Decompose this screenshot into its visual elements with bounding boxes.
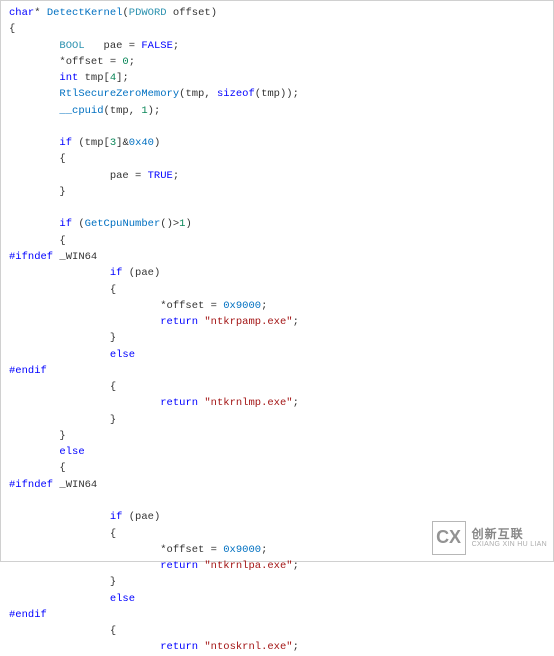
kw-int: int [59,72,78,84]
pp-ifndef: #ifndef [9,251,53,263]
kw-if: if [110,267,123,279]
kw-return: return [160,316,198,328]
line: if (GetCpuNumber()>1) [9,218,192,230]
kw-else: else [59,446,84,458]
type-bool: BOOL [59,40,84,52]
watermark-cn: 创新互联 [472,528,547,541]
line: { [9,23,15,35]
line: #ifndef _WIN64 [9,479,97,491]
kw-if: if [59,218,72,230]
kw-if: if [59,137,72,149]
code-block: char* DetectKernel(PDWORD offset) { BOOL… [9,5,545,656]
watermark: CX 创新互联 CXIANG XIN HU LIAN [432,521,547,555]
line: pae = TRUE; [9,170,179,182]
line: BOOL pae = FALSE; [9,40,179,52]
line: else [9,446,85,458]
line: } [9,576,116,588]
line: } [9,332,116,344]
fn-rtlzero: RtlSecureZeroMemory [59,88,179,100]
line: return "ntkrpamp.exe"; [9,316,299,328]
line: { [9,528,116,540]
line: { [9,381,116,393]
line: int tmp[4]; [9,72,129,84]
str-ntoskrnl: "ntoskrnl.exe" [204,641,292,653]
watermark-en: CXIANG XIN HU LIAN [472,541,547,549]
watermark-logo-icon: CX [432,521,466,555]
hex-9000: 0x9000 [223,300,261,312]
str-ntkrnlmp: "ntkrnlmp.exe" [204,397,292,409]
line: return "ntkrnlmp.exe"; [9,397,299,409]
line: { [9,153,66,165]
kw-if: if [110,511,123,523]
line: if (tmp[3]&0x40) [9,137,160,149]
hex-9000: 0x9000 [223,544,261,556]
line: { [9,462,66,474]
pp-endif: #endif [9,609,47,621]
kw-return: return [160,641,198,653]
hex-40: 0x40 [129,137,154,149]
line: char* DetectKernel(PDWORD offset) [9,7,217,19]
fn-cpuid: __cpuid [59,105,103,117]
line: return "ntoskrnl.exe"; [9,641,299,653]
kw-else: else [110,593,135,605]
line: #ifndef _WIN64 [9,251,97,263]
line: else [9,593,135,605]
line: if (pae) [9,267,160,279]
line: __cpuid(tmp, 1); [9,105,160,117]
str-ntkrpamp: "ntkrpamp.exe" [204,316,292,328]
kw-false: FALSE [141,40,173,52]
line: #endif [9,609,47,621]
kw-char: char [9,7,34,19]
line: if (pae) [9,511,160,523]
line: *offset = 0x9000; [9,300,267,312]
kw-return: return [160,397,198,409]
line: } [9,430,66,442]
watermark-text: 创新互联 CXIANG XIN HU LIAN [472,528,547,549]
line: *offset = 0; [9,56,135,68]
kw-sizeof: sizeof [217,88,255,100]
line: RtlSecureZeroMemory(tmp, sizeof(tmp)); [9,88,299,100]
line: { [9,625,116,637]
type-pdword: PDWORD [129,7,167,19]
line: else [9,349,135,361]
fn-name: DetectKernel [47,7,123,19]
kw-true: TRUE [148,170,173,182]
line: *offset = 0x9000; [9,544,267,556]
kw-else: else [110,349,135,361]
line: { [9,284,116,296]
fn-getcpunum: GetCpuNumber [85,218,161,230]
line: } [9,186,66,198]
pp-ifndef: #ifndef [9,479,53,491]
line: #endif [9,365,47,377]
line: { [9,235,66,247]
pp-endif: #endif [9,365,47,377]
line: } [9,414,116,426]
